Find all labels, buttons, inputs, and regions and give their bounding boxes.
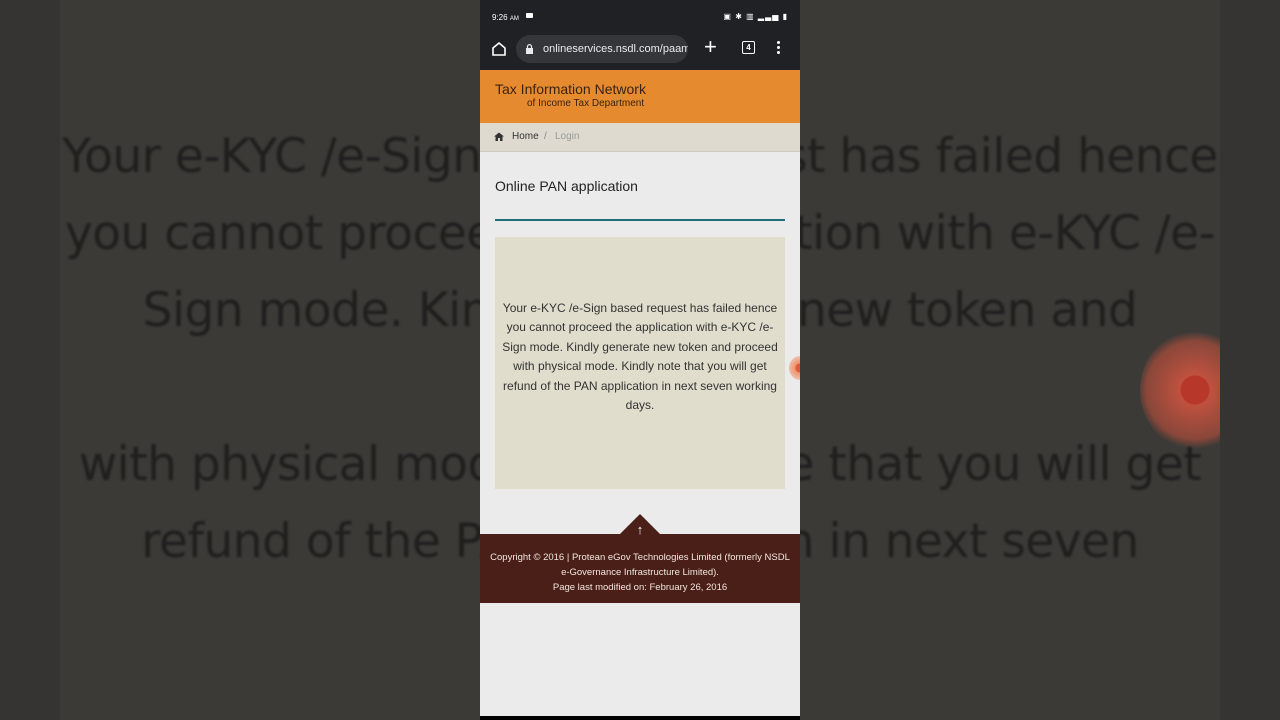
screen-record-icon xyxy=(526,13,533,18)
site-footer: Copyright © 2016 | Protean eGov Technolo… xyxy=(480,534,800,603)
site-title: Tax Information Network xyxy=(495,81,646,97)
footer-copyright: Copyright © 2016 | Protean eGov Technolo… xyxy=(490,552,790,578)
lock-icon xyxy=(526,44,533,54)
touch-indicator xyxy=(789,356,800,380)
breadcrumb-home-icon xyxy=(494,132,504,141)
breadcrumb-home-link[interactable]: Home xyxy=(512,131,539,142)
site-subtitle: of Income Tax Department xyxy=(527,98,645,109)
system-nav-bar xyxy=(480,716,800,720)
browser-toolbar: onlineservices.nsdl.com/paam + 4 xyxy=(480,32,800,70)
breadcrumb: Home / Login xyxy=(480,123,800,152)
title-divider xyxy=(495,219,785,221)
tab-switcher-button[interactable]: 4 xyxy=(742,41,755,54)
breadcrumb-separator: / xyxy=(544,131,547,142)
new-tab-icon[interactable]: + xyxy=(704,36,717,58)
url-text: onlineservices.nsdl.com/paam xyxy=(543,43,688,55)
footer-text: Copyright © 2016 | Protean eGov Technolo… xyxy=(486,550,794,595)
error-message: Your e-KYC /e-Sign based request has fai… xyxy=(502,301,778,413)
arrow-up-icon[interactable]: ↑ xyxy=(634,523,646,536)
status-bar: 9:26 AM ▣ ✱ ▥ ▂▃▅ ▮ xyxy=(480,0,800,32)
more-menu-icon[interactable] xyxy=(777,41,780,56)
address-bar[interactable]: onlineservices.nsdl.com/paam xyxy=(516,35,688,63)
message-box: Your e-KYC /e-Sign based request has fai… xyxy=(495,237,785,489)
status-icons: ▣ ✱ ▥ ▂▃▅ ▮ xyxy=(723,12,788,21)
footer-modified: Page last modified on: February 26, 2016 xyxy=(552,582,728,593)
breadcrumb-current: Login xyxy=(555,131,580,142)
status-time: 9:26 AM xyxy=(492,13,519,22)
phone-screen: 9:26 AM ▣ ✱ ▥ ▂▃▅ ▮ onlineservices.nsdl.… xyxy=(480,0,800,720)
site-header: Tax Information Network of Income Tax De… xyxy=(480,70,800,123)
home-icon[interactable] xyxy=(490,40,508,58)
page-title: Online PAN application xyxy=(495,178,638,194)
